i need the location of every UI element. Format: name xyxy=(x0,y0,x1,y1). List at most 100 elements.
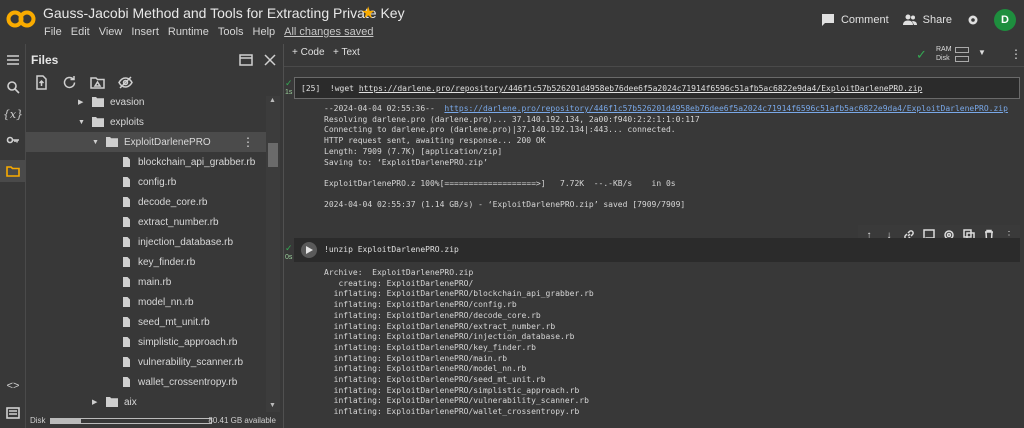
add-code-button[interactable]: + Code xyxy=(292,47,325,58)
menu-insert[interactable]: Insert xyxy=(131,26,159,38)
file-icon xyxy=(120,297,132,307)
tree-item-label: key_finder.rb xyxy=(138,256,196,268)
file-icon xyxy=(120,277,132,287)
files-scrollbar[interactable]: ▲ ▼ xyxy=(266,96,280,412)
file-icon xyxy=(120,217,132,227)
scroll-up-icon[interactable]: ▲ xyxy=(269,97,276,104)
more-vert-icon[interactable]: ⋮ xyxy=(1010,47,1022,61)
menu-tools[interactable]: Tools xyxy=(218,26,244,38)
menu-edit[interactable]: Edit xyxy=(71,26,90,38)
file-icon xyxy=(120,317,132,327)
notebook-title[interactable]: Gauss-Jacobi Method and Tools for Extrac… xyxy=(43,5,405,21)
tree-file[interactable]: simplistic_approach.rb xyxy=(26,332,266,352)
tree-file[interactable]: extract_number.rb xyxy=(26,212,266,232)
cell1-code[interactable]: [25] !wget https://darlene.pro/repositor… xyxy=(294,77,1020,99)
tree-item-label: wallet_crossentropy.rb xyxy=(138,376,238,388)
colab-logo[interactable] xyxy=(6,8,36,30)
tree-folder-evasion[interactable]: ▶ evasion xyxy=(26,92,266,112)
key-icon[interactable] xyxy=(5,132,21,148)
left-rail: {x} <> xyxy=(0,44,26,428)
play-icon xyxy=(306,246,313,254)
cell2-command: !unzip ExploitDarlenePRO.zip xyxy=(324,245,459,254)
tree-file[interactable]: seed_mt_unit.rb xyxy=(26,312,266,332)
menu-help[interactable]: Help xyxy=(253,26,276,38)
file-tree: ▶ evasion ▼ exploits ▼ ExploitDarlenePRO… xyxy=(26,92,266,408)
menu-view[interactable]: View xyxy=(99,26,123,38)
cell1-command-url[interactable]: https://darlene.pro/repository/446f1c57b… xyxy=(359,84,923,93)
tree-file[interactable]: injection_database.rb xyxy=(26,232,266,252)
cell1-command: !wget xyxy=(329,84,359,93)
tree-item-label: extract_number.rb xyxy=(138,216,219,228)
folder-icon xyxy=(92,97,104,107)
tree-item-label: seed_mt_unit.rb xyxy=(138,316,210,328)
cell2-code[interactable]: !unzip ExploitDarlenePRO.zip xyxy=(294,238,1020,262)
more-vert-icon[interactable]: ⋮ xyxy=(242,135,254,149)
run-cell-button[interactable] xyxy=(301,242,317,258)
code-snippets-icon[interactable]: <> xyxy=(5,378,21,394)
tree-item-label: blockchain_api_grabber.rb xyxy=(138,156,256,168)
output-line: inflating: ExploitDarlenePRO/main.rb xyxy=(324,353,508,363)
chevron-down-icon[interactable]: ▼ xyxy=(978,48,986,57)
search-icon[interactable] xyxy=(5,79,21,95)
comment-label: Comment xyxy=(840,14,889,26)
save-status[interactable]: All changes saved xyxy=(284,26,373,38)
disk-meter xyxy=(955,56,969,62)
output-line: inflating: ExploitDarlenePRO/config.rb xyxy=(324,300,517,310)
cell2-time: 0s xyxy=(285,254,293,261)
disk-usage: Disk 80.41 GB available xyxy=(30,415,280,427)
tree-file[interactable]: config.rb xyxy=(26,172,266,192)
chevron-down-icon[interactable]: ▼ xyxy=(78,119,86,126)
scrollbar-thumb[interactable] xyxy=(268,143,278,167)
tree-item-label: simplistic_approach.rb xyxy=(138,336,238,348)
tree-item-label: aix xyxy=(124,396,137,408)
tree-folder-exploits[interactable]: ▼ exploits xyxy=(26,112,266,132)
chevron-right-icon[interactable]: ▶ xyxy=(92,398,100,406)
output-line: inflating: ExploitDarlenePRO/injection_d… xyxy=(324,332,575,342)
star-icon[interactable]: ★ xyxy=(361,3,375,23)
ram-disk-indicator[interactable]: ✓ RAM Disk ▼ xyxy=(914,46,994,64)
menu-bar: File Edit View Insert Runtime Tools Help… xyxy=(44,26,382,38)
open-in-tab-icon[interactable] xyxy=(239,53,253,67)
output-line: inflating: ExploitDarlenePRO/vulnerabili… xyxy=(324,396,589,406)
disk-label: Disk xyxy=(936,55,950,62)
tree-folder-aix[interactable]: ▶ aix xyxy=(26,392,266,408)
output-line: Length: 7909 (7.7K) [application/zip] xyxy=(324,146,503,156)
output-line: creating: ExploitDarlenePRO/ xyxy=(324,278,474,288)
ram-meter xyxy=(955,47,969,53)
disk-available: 80.41 GB available xyxy=(208,416,276,425)
settings-button[interactable] xyxy=(966,13,980,27)
tree-file[interactable]: decode_core.rb xyxy=(26,192,266,212)
comment-button[interactable]: Comment xyxy=(821,13,889,27)
add-text-button[interactable]: + Text xyxy=(333,47,360,58)
tree-folder-exploitdarlenepro[interactable]: ▼ ExploitDarlenePRO ⋮ xyxy=(26,132,266,152)
tree-file[interactable]: main.rb xyxy=(26,272,266,292)
folder-icon[interactable] xyxy=(0,160,26,182)
toc-icon[interactable] xyxy=(5,52,21,68)
tree-file[interactable]: vulnerability_scanner.rb xyxy=(26,352,266,372)
variables-icon[interactable]: {x} xyxy=(3,106,23,122)
menu-file[interactable]: File xyxy=(44,26,62,38)
file-icon xyxy=(120,197,132,207)
output-link[interactable]: https://darlene.pro/repository/446f1c57b… xyxy=(444,104,1008,113)
folder-icon xyxy=(92,117,104,127)
terminal-icon[interactable] xyxy=(5,405,21,421)
share-button[interactable]: Share xyxy=(902,13,952,27)
folder-icon xyxy=(106,137,118,147)
scroll-down-icon[interactable]: ▼ xyxy=(269,402,276,409)
chevron-right-icon[interactable]: ▶ xyxy=(78,98,86,106)
tree-file[interactable]: wallet_crossentropy.rb xyxy=(26,372,266,392)
chevron-down-icon[interactable]: ▼ xyxy=(92,139,100,146)
output-line: Connecting to darlene.pro (darlene.pro)|… xyxy=(324,125,676,135)
disk-usage-fill xyxy=(51,419,82,423)
cell1-exec-count: [25] xyxy=(301,84,321,93)
output-line: inflating: ExploitDarlenePRO/key_finder.… xyxy=(324,342,536,352)
tree-file[interactable]: model_nn.rb xyxy=(26,292,266,312)
menu-runtime[interactable]: Runtime xyxy=(168,26,209,38)
tree-item-label: main.rb xyxy=(138,276,172,288)
tree-item-label: ExploitDarlenePRO xyxy=(124,136,211,148)
tree-file[interactable]: blockchain_api_grabber.rb xyxy=(26,152,266,172)
output-line: Resolving darlene.pro (darlene.pro)... 3… xyxy=(324,114,700,124)
avatar[interactable]: D xyxy=(994,9,1016,31)
close-icon[interactable] xyxy=(263,53,277,67)
tree-file[interactable]: key_finder.rb xyxy=(26,252,266,272)
